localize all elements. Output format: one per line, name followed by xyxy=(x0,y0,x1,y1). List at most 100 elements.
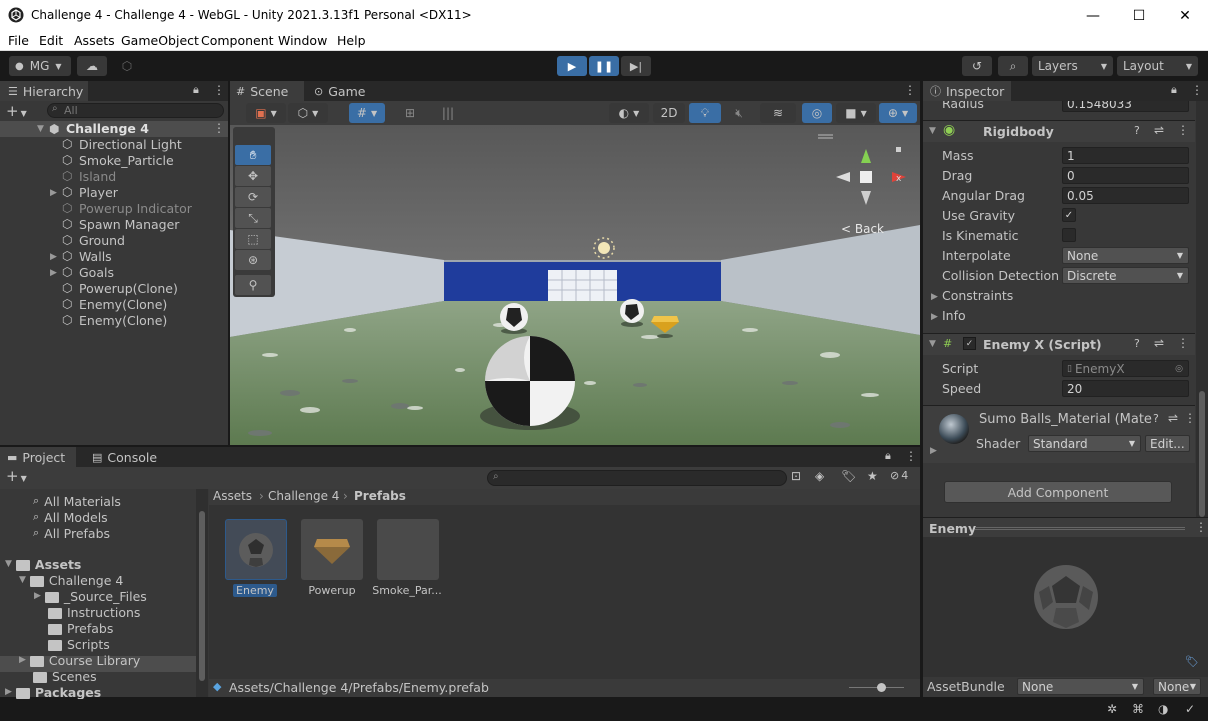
add-component-button[interactable]: Add Component xyxy=(944,481,1172,503)
kebab-menu-icon[interactable]: ⋮ xyxy=(905,449,917,463)
tag-icon[interactable]: 🏷︎ xyxy=(1185,655,1199,668)
hand-tool-button[interactable]: ✋︎ xyxy=(235,145,271,165)
enemy-ball-far-left[interactable] xyxy=(500,303,528,334)
snap-toggle[interactable]: ⊞ xyxy=(392,103,428,123)
label-icon[interactable]: 🏷︎ xyxy=(841,469,856,483)
expand-arrow-icon[interactable]: ▼ xyxy=(19,575,26,585)
kebab-menu-icon[interactable]: ⋮ xyxy=(1195,520,1207,534)
shader-dropdown[interactable]: Standard ▼ xyxy=(1028,435,1141,452)
shader-edit-button[interactable]: Edit... xyxy=(1145,435,1190,452)
shading-dropdown[interactable]: ◐ ▼ xyxy=(609,103,649,123)
check-circle-icon[interactable]: ✓ xyxy=(1185,702,1195,716)
angular-drag-field[interactable]: 0.05 xyxy=(1062,187,1189,204)
info-label[interactable]: Info xyxy=(942,308,966,323)
settings-icon[interactable]: ⇌ xyxy=(1154,123,1164,137)
rotate-tool-button[interactable]: ⟳ xyxy=(235,187,271,207)
menu-help[interactable]: Help xyxy=(337,33,366,48)
favorite-star-icon[interactable]: ★ xyxy=(867,469,878,483)
account-dropdown[interactable]: ● MG ▼ xyxy=(9,56,71,76)
expand-arrow-icon[interactable]: ▼ xyxy=(37,124,44,134)
audio-toggle[interactable]: 🔇︎ xyxy=(725,103,753,123)
pause-button[interactable]: ❚❚ xyxy=(589,56,619,76)
scene-viewport[interactable]: x < Back xyxy=(230,125,920,445)
preview-drag-handle[interactable] xyxy=(975,527,1185,530)
expand-arrow-icon[interactable]: ▶ xyxy=(50,252,57,262)
rigidbody-header[interactable]: ▼ ◉ Rigidbody ? ⇌ ⋮ xyxy=(923,120,1195,142)
layout-dropdown[interactable]: Layout ▼ xyxy=(1117,56,1198,76)
gizmos-dropdown[interactable]: ⊕ ▼ xyxy=(879,103,917,123)
mode-2d-toggle[interactable]: 2D xyxy=(653,103,685,123)
kebab-menu-icon[interactable]: ⋮ xyxy=(1184,411,1196,425)
mass-field[interactable]: 1 xyxy=(1062,147,1189,164)
kebab-menu-icon[interactable]: ⋮ xyxy=(904,83,916,97)
expand-arrow-icon[interactable]: ▼ xyxy=(5,559,12,569)
hierarchy-item[interactable]: ⬡ Island xyxy=(0,169,228,185)
radius-field[interactable]: 0.1548033 xyxy=(1062,101,1189,112)
breadcrumb-assets[interactable]: Assets xyxy=(213,489,252,503)
hierarchy-item[interactable]: ⬡ Spawn Manager xyxy=(0,217,228,233)
settings-icon[interactable]: ⇌ xyxy=(1154,336,1164,350)
hidden-packages-toggle[interactable]: ⊘ 4 xyxy=(890,469,908,482)
kebab-menu-icon[interactable]: ⋮ xyxy=(213,121,225,135)
hierarchy-item[interactable]: ⬡ Directional Light xyxy=(0,137,228,153)
tree-scrollbar[interactable] xyxy=(196,489,208,697)
tab-inspector[interactable]: ⓘ Inspector xyxy=(923,81,1011,101)
help-icon[interactable]: ? xyxy=(1134,124,1140,137)
draw-mode-dropdown[interactable]: ▣ ▼ xyxy=(246,103,286,123)
close-button[interactable]: ✕ xyxy=(1162,0,1208,31)
scene-row[interactable]: ▼ ⬢ Challenge 4 ⋮ xyxy=(0,121,228,137)
lock-icon[interactable]: 🔒︎ xyxy=(885,449,891,463)
asset-smoke-tile[interactable] xyxy=(377,519,439,580)
hierarchy-item[interactable]: ▶ ⬡ Goals xyxy=(0,265,228,281)
tab-console[interactable]: ▤ Console xyxy=(88,447,158,467)
effects-dropdown[interactable]: ≋ xyxy=(760,103,796,123)
hierarchy-item[interactable]: ⬡ Powerup(Clone) xyxy=(0,281,228,297)
kebab-menu-icon[interactable]: ⋮ xyxy=(1191,83,1203,97)
hierarchy-item[interactable]: ⬡ Enemy(Clone) xyxy=(0,313,228,329)
expand-arrow-icon[interactable]: ▶ xyxy=(50,268,57,278)
kebab-menu-icon[interactable]: ⋮ xyxy=(1177,336,1189,350)
hierarchy-item[interactable]: ▶ ⬡ Player xyxy=(0,185,228,201)
tree-instructions[interactable]: Instructions xyxy=(48,604,140,620)
tree-packages[interactable]: ▶ Packages xyxy=(5,684,101,700)
collision-detection-dropdown[interactable]: Discrete ▼ xyxy=(1062,267,1189,284)
enemy-ball-far-right[interactable] xyxy=(620,299,644,327)
assetbundle-variant-dropdown[interactable]: None ▼ xyxy=(1153,678,1201,695)
minimize-button[interactable]: — xyxy=(1070,0,1116,31)
debug-icon[interactable]: ✲ xyxy=(1107,702,1117,716)
menu-window[interactable]: Window xyxy=(278,33,327,48)
object-mode-dropdown[interactable]: ⬡ ▼ xyxy=(288,103,328,123)
visibility-toggle[interactable]: ◎ xyxy=(802,103,832,123)
tree-scenes[interactable]: Scenes xyxy=(33,668,97,684)
collab-button[interactable]: ⬡ xyxy=(113,56,141,76)
step-button[interactable]: ▶| xyxy=(621,56,651,76)
menu-gameobject[interactable]: GameObject xyxy=(121,33,199,48)
lighting-toggle[interactable]: 💡︎ xyxy=(689,103,721,123)
assetbundle-dropdown[interactable]: None ▼ xyxy=(1017,678,1144,695)
tree-source-files[interactable]: ▶ _Source_Files xyxy=(34,588,147,604)
hierarchy-item[interactable]: ⬡ Powerup Indicator xyxy=(0,201,228,217)
menu-edit[interactable]: Edit xyxy=(39,33,63,48)
search-by-type-icon[interactable]: ⊡ xyxy=(791,469,801,483)
rect-tool-button[interactable]: ⬚ xyxy=(235,229,271,249)
create-asset-button[interactable]: + ▼ xyxy=(6,467,27,485)
gizmo-back-label[interactable]: < Back xyxy=(841,222,884,236)
hierarchy-item[interactable]: ⬡ Smoke_Particle xyxy=(0,153,228,169)
search-button[interactable]: ⌕ xyxy=(998,56,1028,76)
hierarchy-item[interactable]: ▶ ⬡ Walls xyxy=(0,249,228,265)
layers-dropdown[interactable]: Layers ▼ xyxy=(1032,56,1113,76)
favorite-all-models[interactable]: ⌕ All Models xyxy=(33,509,108,525)
kebab-menu-icon[interactable]: ⋮ xyxy=(1177,123,1189,137)
favorite-all-materials[interactable]: ⌕ All Materials xyxy=(33,493,121,509)
tree-challenge-4[interactable]: ▼ Challenge 4 xyxy=(19,572,123,588)
expand-arrow-icon[interactable]: ▶ xyxy=(931,312,938,322)
tab-game[interactable]: ⊙ Game xyxy=(314,81,374,101)
menu-assets[interactable]: Assets xyxy=(74,33,115,48)
expand-arrow-icon[interactable]: ▶ xyxy=(931,292,938,302)
script-enabled-checkbox[interactable]: ✓ xyxy=(963,337,976,350)
add-object-button[interactable]: + ▼ xyxy=(6,102,27,120)
constraints-label[interactable]: Constraints xyxy=(942,288,1013,303)
lock-icon[interactable]: 🔒︎ xyxy=(1171,83,1177,97)
maximize-button[interactable]: ☐ xyxy=(1116,0,1162,31)
hierarchy-item[interactable]: ⬡ Ground xyxy=(0,233,228,249)
